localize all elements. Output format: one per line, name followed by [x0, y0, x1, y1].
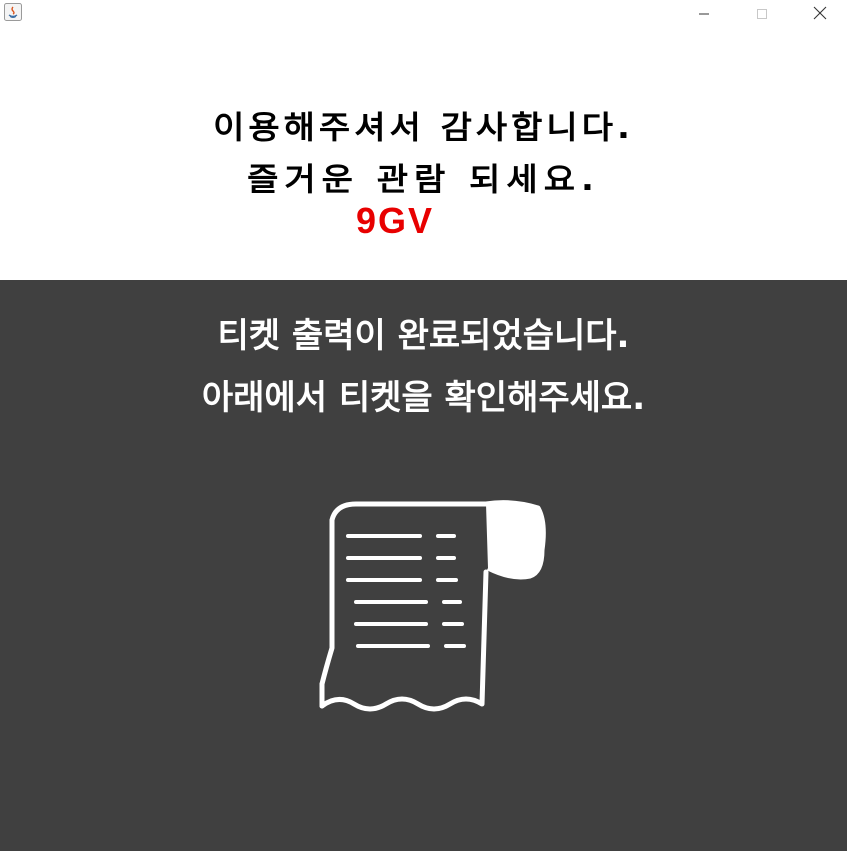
thank-you-banner: 이용해주셔서 감사합니다. 즐거운 관람 되세요. 9GV: [0, 28, 847, 280]
ticket-complete-window: 이용해주셔서 감사합니다. 즐거운 관람 되세요. 9GV 티켓 출력이 완료되…: [0, 0, 847, 851]
minimize-button[interactable]: [681, 0, 727, 28]
title-bar: [0, 0, 847, 28]
ticket-panel: 티켓 출력이 완료되었습니다. 아래에서 티켓을 확인해주세요.: [0, 280, 847, 851]
close-icon: [813, 5, 827, 24]
close-button[interactable]: [797, 0, 843, 28]
minimize-icon: [698, 5, 710, 24]
maximize-button[interactable]: [739, 0, 785, 28]
check-ticket-message: 아래에서 티켓을 확인해주세요.: [201, 378, 646, 418]
print-complete-message: 티켓 출력이 완료되었습니다.: [217, 316, 630, 356]
enjoy-text: 즐거운 관람 되세요.: [247, 161, 600, 199]
brand-logo: 9GV: [356, 200, 435, 241]
java-app-icon: [4, 3, 22, 21]
receipt-icon: [316, 498, 548, 714]
maximize-icon: [756, 5, 768, 24]
thank-you-text: 이용해주셔서 감사합니다.: [213, 109, 634, 147]
